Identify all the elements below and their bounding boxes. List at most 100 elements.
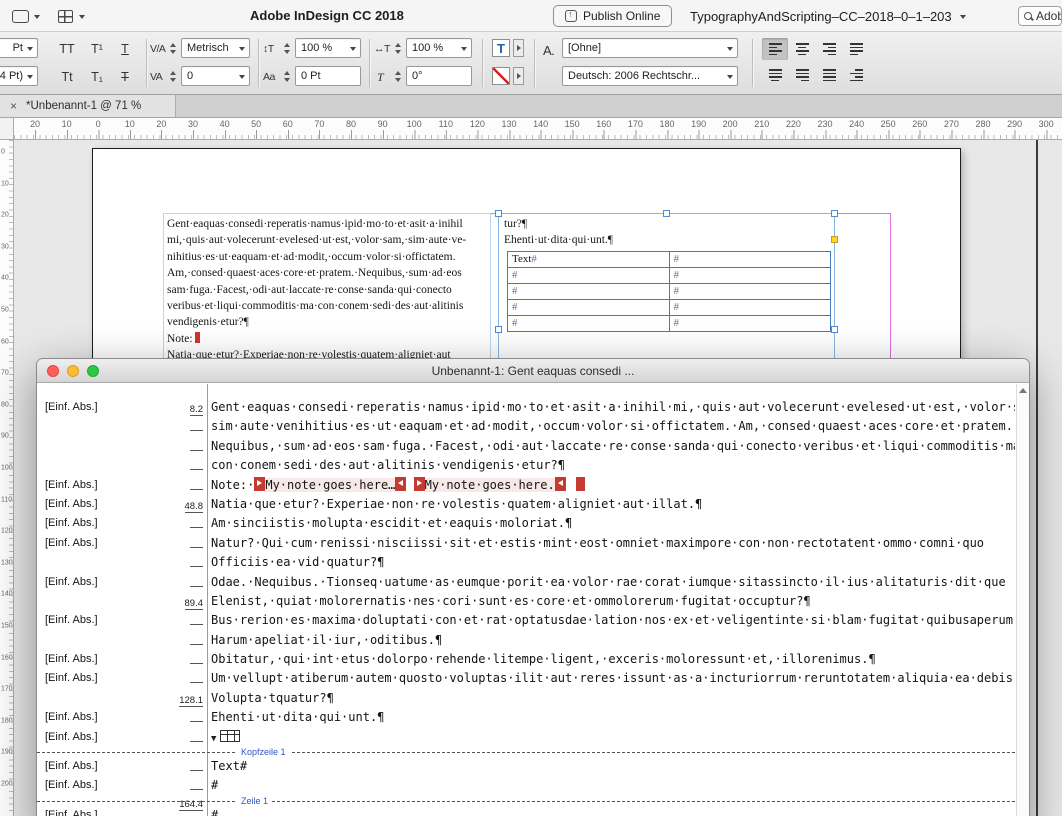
story-text[interactable]: # [205, 806, 1015, 816]
no-color-swatch[interactable] [492, 67, 510, 85]
table-cell[interactable]: # [670, 316, 831, 331]
story-text[interactable]: Odae.·Nequibus.·Tionseq·uatume·as·eumque… [205, 573, 1015, 592]
window-icon[interactable] [12, 10, 29, 23]
note-open-anchor[interactable] [254, 476, 266, 491]
story-editor-titlebar[interactable]: Unbenannt-1: Gent eaquas consedi ... [37, 359, 1029, 383]
grid-icon[interactable] [58, 10, 73, 23]
table-cell[interactable]: # [508, 316, 670, 331]
justify-all-button[interactable] [816, 64, 842, 86]
text-line[interactable]: veribus·et·liqui·commoditis·ma·con·conem… [167, 298, 490, 314]
subscript-button[interactable]: T₁ [84, 67, 110, 87]
small-caps-button[interactable]: Tt [54, 67, 80, 87]
scroll-up-icon[interactable] [1019, 388, 1027, 393]
underline-button[interactable]: T [112, 39, 138, 59]
selection-handle[interactable] [495, 326, 502, 333]
text-line[interactable]: nihitius·es·ut·eaquam·et·ad·modit,·occum… [167, 249, 490, 265]
story-text[interactable]: Natia·que·etur?·Experiae·non·re·volestis… [205, 495, 1015, 514]
story-text[interactable]: sim·aute·venihitius·es·ut·eaquam·et·ad·m… [205, 417, 1015, 436]
kerning-select[interactable]: Metrisch [181, 38, 250, 58]
story-editor-window[interactable]: Unbenannt-1: Gent eaquas consedi ... [Ei… [36, 358, 1030, 816]
note-text[interactable]: My·note·goes·here. [424, 477, 555, 492]
table-cell[interactable]: # [670, 284, 831, 299]
table-cell[interactable]: # [508, 284, 670, 299]
align-center-button[interactable] [789, 38, 815, 60]
collapse-triangle-icon[interactable]: ▼ [211, 734, 216, 744]
corner-options-handle[interactable] [831, 236, 838, 243]
text-line[interactable]: Am,·consed·quaest·aces·core·et·pratem.·N… [167, 265, 490, 281]
text-line[interactable]: Gent·eaquas·consedi·reperatis·namus·ipid… [167, 216, 490, 232]
story-text[interactable]: Officiis·ea·vid·quatur?¶ [205, 553, 1015, 572]
table-icon[interactable] [220, 729, 241, 742]
chevron-down-icon[interactable] [34, 15, 40, 19]
text-line[interactable]: vendigenis·etur?¶ [167, 314, 490, 330]
zoom-button[interactable] [87, 365, 99, 377]
note-text[interactable]: My·note·goes·here… [265, 477, 396, 492]
close-icon[interactable]: × [10, 99, 17, 113]
story-text[interactable]: Bus·rerion·es·maxima·doluptati·con·et·ra… [205, 611, 1015, 630]
leading-select[interactable]: 4 Pt) [0, 66, 38, 86]
table-cell[interactable]: # [508, 268, 670, 283]
story-text[interactable]: Elenist,·quiat·molorernatis·nes·cori·sun… [205, 592, 1015, 611]
table-row[interactable]: # # [507, 268, 831, 284]
skew-field[interactable]: 0° [406, 66, 472, 86]
language-select[interactable]: Deutsch: 2006 Rechtschr... [562, 66, 738, 86]
selection-handle[interactable] [495, 210, 502, 217]
font-size-select[interactable]: Pt [0, 38, 38, 58]
vertical-scale-stepper[interactable] [281, 38, 292, 58]
note-close-anchor[interactable] [554, 476, 566, 491]
story-text[interactable]: Obitatur,·qui·int·etus·dolorpo·rehende·l… [205, 650, 1015, 669]
skew-stepper[interactable] [392, 66, 403, 86]
character-fill-swatch[interactable]: T [492, 39, 510, 57]
note-close-anchor[interactable] [395, 476, 407, 491]
horizontal-scale-stepper[interactable] [392, 38, 403, 58]
baseline-shift-field[interactable]: 0 Pt [295, 66, 361, 86]
table-row[interactable]: # # [507, 284, 831, 300]
minimize-button[interactable] [67, 365, 79, 377]
strikethrough-button[interactable]: T [112, 67, 138, 87]
story-text[interactable]: Nequibus,·sum·ad·eos·sam·fuga.·Facest,·o… [205, 437, 1015, 456]
character-style-select[interactable]: [Ohne] [562, 38, 738, 58]
horizontal-scale-select[interactable]: 100 % [406, 38, 472, 58]
story-text[interactable]: Gent·eaquas·consedi·reperatis·namus·ipid… [205, 398, 1015, 417]
selection-handle[interactable] [831, 326, 838, 333]
tracking-select[interactable]: 0 [181, 66, 250, 86]
story-text[interactable]: Natur?·Qui·cum·renissi·nisciissi·sit·et·… [205, 534, 1015, 553]
story-text[interactable]: Harum·apeliat·il·iur,·oditibus.¶ [205, 631, 1015, 650]
left-text-frame[interactable]: Gent·eaquas·consedi·reperatis·namus·ipid… [163, 213, 491, 375]
table-cell[interactable]: # [670, 268, 831, 283]
chevron-down-icon[interactable] [79, 15, 85, 19]
text-line[interactable]: tur?¶ [504, 216, 832, 232]
table-row[interactable]: # # [507, 300, 831, 316]
expand-arrow-button[interactable] [513, 67, 524, 85]
right-frame-lines[interactable]: tur?¶ Ehenti·ut·dita·qui·unt.¶ [504, 216, 832, 249]
selection-handle[interactable] [831, 210, 838, 217]
note-open-anchor[interactable] [413, 476, 425, 491]
justify-last-center-button[interactable] [762, 64, 788, 86]
scrollbar[interactable] [1016, 384, 1029, 816]
kerning-stepper[interactable] [167, 38, 178, 58]
table-row[interactable]: Text# # [507, 251, 831, 268]
publish-online-button[interactable]: Publish Online [553, 5, 673, 27]
story-text[interactable]: Note:· My·note·goes·here… My·note·goes·he… [205, 476, 1015, 495]
table-cell[interactable]: Text# [508, 252, 670, 267]
story-text[interactable]: Volupta·tquatur?¶ [205, 689, 1015, 708]
table-row[interactable]: # # [507, 316, 831, 332]
document-name-menu[interactable]: TypographyAndScripting–CC–2018–0–1–203 [690, 0, 966, 32]
story-text[interactable]: Am·sinciistis·molupta·escidit·et·eaquis·… [205, 514, 1015, 533]
justify-last-left-button[interactable] [843, 38, 869, 60]
text-line[interactable]: sam·fuga.·Facest,·odi·aut·laccate·re·con… [167, 282, 490, 298]
story-editor-body[interactable]: [Einf. Abs.] 8.2 Gent·eaquas·consedi·reper… [37, 384, 1029, 816]
superscript-button[interactable]: T¹ [84, 39, 110, 59]
ruler-corner[interactable] [0, 118, 14, 140]
note-anchor-icon[interactable] [194, 331, 200, 343]
story-text[interactable]: Um·vellupt·atiberum·autem·quosto·volupta… [205, 669, 1015, 688]
document-tab[interactable]: × *Unbenannt-1 @ 71 % [0, 95, 176, 117]
vertical-ruler[interactable]: 0 10 20 30 40 50 60 70 80 90 100 110 120 130 140 150 160… [0, 140, 14, 816]
all-caps-button[interactable]: TT [54, 39, 80, 59]
align-left-button[interactable] [762, 38, 788, 60]
close-button[interactable] [47, 365, 59, 377]
expand-arrow-button[interactable] [513, 39, 524, 57]
align-right-button[interactable] [816, 38, 842, 60]
vertical-scale-select[interactable]: 100 % [295, 38, 361, 58]
text-line[interactable]: Ehenti·ut·dita·qui·unt.¶ [504, 232, 832, 248]
